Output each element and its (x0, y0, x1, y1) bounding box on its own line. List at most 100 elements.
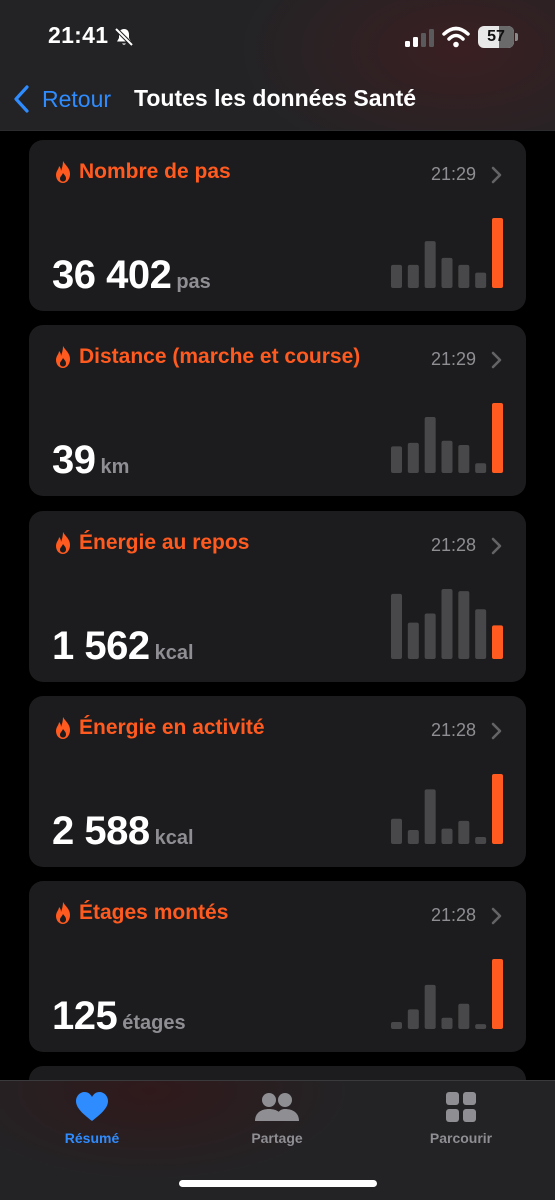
card-distance[interactable]: Distance (marche et course) 21:29 39 km (29, 325, 526, 496)
chevron-right-icon (491, 907, 502, 925)
sparkline-bar (424, 417, 436, 473)
card-value: 39 (52, 438, 96, 482)
sparkline-chart (391, 959, 503, 1029)
card-value: 2 588 (52, 809, 150, 853)
grid-icon (446, 1092, 476, 1122)
flame-icon (56, 717, 70, 739)
people-icon (255, 1093, 299, 1121)
card-title: Énergie en activité (79, 716, 265, 739)
sparkline-bar (492, 403, 503, 473)
tab-browse[interactable]: Parcourir (401, 1091, 521, 1146)
sparkline-bar (424, 241, 436, 288)
sparkline-bar (475, 837, 487, 844)
tab-summary[interactable]: Résumé (32, 1091, 152, 1146)
tab-label: Résumé (64, 1130, 120, 1146)
sparkline-bar (441, 589, 453, 659)
tab-label: Partage (251, 1130, 303, 1146)
sparkline-bar (441, 828, 453, 844)
wifi-icon (442, 26, 470, 48)
chevron-right-icon (491, 537, 502, 555)
chevron-left-icon (14, 85, 29, 113)
card-unit: étages (122, 1012, 186, 1034)
sparkline-bar (492, 959, 503, 1029)
card-value: 36 402 (52, 253, 172, 297)
back-label: Retour (42, 85, 112, 112)
sparkline-bar (441, 440, 453, 473)
sparkline-chart (391, 218, 503, 288)
sparkline-bar (458, 820, 470, 844)
card-timestamp: 21:28 (430, 720, 476, 740)
card-timestamp: 21:28 (430, 905, 476, 925)
page-title: Toutes les données Santé (134, 85, 417, 111)
card-partial[interactable] (29, 1066, 526, 1080)
card-unit: kcal (154, 827, 194, 849)
sparkline-bar (458, 591, 470, 659)
sparkline-bar (424, 984, 436, 1029)
card-active-energy[interactable]: Énergie en activité 21:28 2 588 kcal (29, 696, 526, 867)
flame-icon (56, 902, 70, 924)
cellular-signal-icon (405, 29, 434, 47)
sparkline-bar (407, 442, 419, 473)
card-value-row: 39 km (52, 438, 129, 483)
navigation-bar: Retour Toutes les données Santé (0, 76, 555, 122)
card-timestamp: 21:28 (430, 535, 476, 555)
sparkline-bar (407, 264, 419, 288)
card-flights-climbed[interactable]: Étages montés 21:28 125 étages (29, 881, 526, 1052)
card-unit: pas (176, 271, 211, 293)
header: 21:41 57 Retour Toutes les données Santé (0, 0, 555, 131)
card-value-row: 2 588 kcal (52, 809, 194, 854)
card-unit: kcal (154, 642, 194, 664)
flame-icon (56, 161, 70, 183)
battery-indicator: 57 (478, 26, 518, 48)
sparkline-bar (475, 272, 487, 288)
chevron-right-icon (491, 722, 502, 740)
sparkline-bar (391, 264, 402, 288)
card-value-row: 36 402 pas (52, 253, 211, 298)
card-title-row: Distance (marche et course) (53, 345, 360, 369)
heart-icon (76, 1092, 108, 1121)
sparkline-bar (391, 818, 402, 844)
sparkline-bar (458, 445, 470, 473)
card-resting-energy[interactable]: Énergie au repos 21:28 1 562 kcal (29, 511, 526, 682)
card-value-row: 125 étages (52, 994, 186, 1039)
sparkline-bar (492, 218, 503, 288)
sparkline-bar (492, 774, 503, 844)
health-data-list[interactable]: Nombre de pas 21:29 36 402 pas Distance … (0, 131, 555, 1080)
battery-percent: 57 (487, 28, 505, 45)
sparkline-bar (475, 1024, 487, 1029)
sparkline-bar (441, 1017, 453, 1029)
card-value: 125 (52, 994, 118, 1038)
card-steps[interactable]: Nombre de pas 21:29 36 402 pas (29, 140, 526, 311)
card-title-row: Nombre de pas (53, 160, 231, 184)
sparkline-bar (475, 609, 487, 659)
chevron-right-icon (491, 351, 502, 369)
card-value-row: 1 562 kcal (52, 624, 194, 669)
flame-icon (56, 346, 70, 368)
sparkline-bar (475, 463, 487, 473)
sparkline-bar (492, 625, 503, 659)
card-timestamp: 21:29 (430, 349, 476, 369)
home-indicator (179, 1180, 377, 1187)
sparkline-bar (424, 789, 436, 844)
card-title-row: Énergie en activité (53, 716, 265, 740)
tab-label: Parcourir (429, 1130, 493, 1146)
sparkline-bar (407, 1009, 419, 1029)
back-button[interactable]: Retour (12, 82, 111, 116)
bell-muted-icon (114, 27, 134, 47)
chevron-right-icon (491, 166, 502, 184)
card-value: 1 562 (52, 624, 150, 668)
card-title: Distance (marche et course) (79, 345, 361, 368)
status-bar: 21:41 57 (0, 0, 555, 70)
flame-icon (56, 532, 70, 554)
card-title-row: Étages montés (53, 901, 228, 925)
card-unit: km (100, 456, 130, 478)
sparkline-bar (441, 257, 453, 288)
status-time: 21:41 (48, 22, 109, 48)
sparkline-bar (391, 593, 402, 659)
sparkline-bar (424, 613, 436, 659)
tab-sharing[interactable]: Partage (217, 1091, 337, 1146)
sparkline-bar (407, 830, 419, 844)
card-title-row: Énergie au repos (53, 531, 249, 555)
card-title: Étages montés (79, 901, 229, 924)
sparkline-bar (458, 264, 470, 288)
